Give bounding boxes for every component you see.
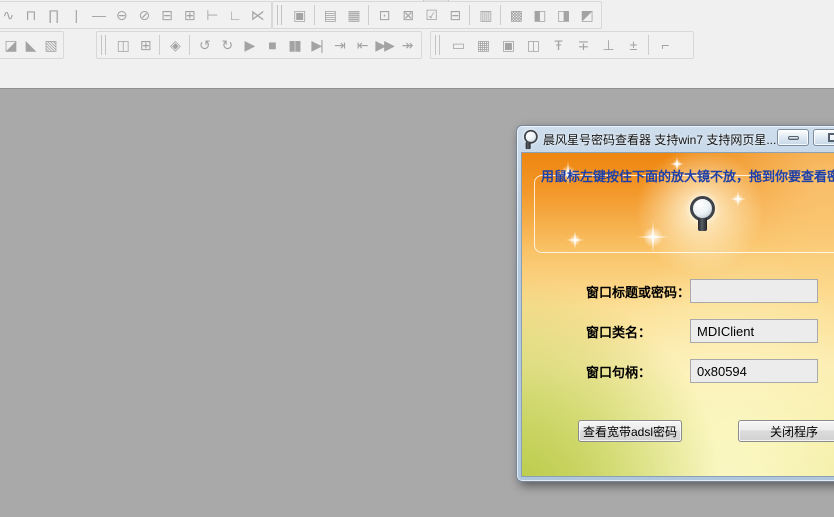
maximize-icon (828, 133, 834, 142)
maximize-button[interactable] (813, 129, 834, 146)
magnifier-groupbox (534, 175, 834, 253)
save-all-icon[interactable]: ⊞ (134, 34, 157, 57)
component-a-icon[interactable]: ⊟ (155, 4, 178, 27)
export-x-icon[interactable]: ⊠ (395, 4, 419, 27)
logic-analyzer-icon[interactable]: ▦ (470, 34, 495, 57)
voltage-probe-icon[interactable]: Ŧ (545, 34, 570, 57)
pause-hand-icon[interactable]: ↺ (193, 34, 216, 57)
power-probe-icon[interactable]: ± (620, 34, 645, 57)
toolbar-separator (159, 35, 160, 55)
window-handle-field[interactable] (690, 359, 818, 383)
ground-probe-icon[interactable]: ⊥ (595, 34, 620, 57)
import-minus-icon[interactable]: ⊟ (442, 4, 466, 27)
export-z-icon[interactable]: ⊡ (372, 4, 396, 27)
pause-icon[interactable]: ▮▮ (283, 34, 306, 57)
wire-route-icon[interactable]: ⌐ (652, 34, 677, 57)
junction-icon[interactable]: ⊢ (200, 4, 223, 27)
batch-process-icon[interactable]: ▧ (40, 34, 60, 57)
import-check-icon[interactable]: ☑ (419, 4, 443, 27)
field-label-class-name: 窗口类名： (586, 322, 651, 341)
toolbar-separator (469, 5, 470, 25)
virtual-terminal-icon[interactable]: ▭ (445, 34, 470, 57)
step-into-icon[interactable]: ⇥ (328, 34, 351, 57)
password-viewer-window[interactable]: 晨风星号密码查看器 支持win7 支持网页星... 用鼠标左键按住下面的放大镜不… (516, 125, 834, 482)
toolbar-panel-analysis: ▣ ▤▦ ⊡⊠☑⊟ ▥ ▩◧◨◩ (272, 1, 602, 29)
toolbar-panel-simulation: ◫⊞ ◈ ↺↻▶■▮▮▶|⇥⇤▶▶↠ (96, 31, 422, 59)
toolbar-separator (648, 35, 649, 55)
oscilloscope-icon[interactable]: ▣ (495, 34, 520, 57)
sim-trace-b-icon[interactable]: ⊓ (19, 4, 42, 27)
toolbar-separator (500, 5, 501, 25)
display-dark-icon[interactable]: ▩ (504, 4, 528, 27)
background-app-toolbar: ∿⊓∏|—⊖⊘⊟⊞⊢∟⋉ ▣▤▦⊡⊠☑⊟▥▩◧◨◩ ◪◣▧ ◫⊞◈↺↻▶■▮▮▶… (0, 0, 834, 89)
step-out-icon[interactable]: ⇤ (350, 34, 373, 57)
corner-wire-icon[interactable]: ∟ (223, 4, 246, 27)
current-probe-icon[interactable]: ∓ (570, 34, 595, 57)
analysis-graph-icon[interactable]: ▣ (287, 4, 311, 27)
import-file-icon[interactable]: ◪ (0, 34, 20, 57)
play-icon[interactable]: ▶ (238, 34, 261, 57)
toolbar-panel-instruments: ▭▦▣◫Ŧ∓⊥± ⌐ (430, 31, 694, 59)
minimize-icon (788, 136, 799, 140)
grid-icon[interactable]: ▦ (341, 4, 365, 27)
component-b-icon[interactable]: ⊞ (177, 4, 200, 27)
window-title: 晨风星号密码查看器 支持win7 支持网页星... (543, 131, 776, 148)
window-client-area: 用鼠标左键按住下面的放大镜不放，拖到你要查看密码的 窗口标题或密码： 窗口类名：… (521, 152, 834, 477)
layers-icon[interactable]: ▤ (318, 4, 342, 27)
shield-doc-icon[interactable]: ◈ (163, 34, 186, 57)
desktop-screen: ∿⊓∏|—⊖⊘⊟⊞⊢∟⋉ ▣▤▦⊡⊠☑⊟▥▩◧◨◩ ◪◣▧ ◫⊞◈↺↻▶■▮▮▶… (0, 0, 834, 517)
node-slash-icon[interactable]: ⊘ (132, 4, 155, 27)
toolbar-separator (368, 5, 369, 25)
toolbar-panel-draw: ∿⊓∏|—⊖⊘⊟⊞⊢∟⋉ (0, 1, 272, 29)
toolbar-grip[interactable] (101, 35, 106, 55)
horizontal-line-icon[interactable]: — (87, 4, 110, 27)
magnifier-handle (698, 218, 707, 231)
save-icon[interactable]: ◫ (111, 34, 134, 57)
view-adsl-password-button[interactable]: 查看宽带adsl密码 (578, 420, 682, 442)
toolbar-grip[interactable] (277, 5, 282, 25)
title-password-field[interactable] (690, 279, 818, 303)
instruction-text: 用鼠标左键按住下面的放大镜不放，拖到你要查看密码的 (541, 166, 834, 185)
field-label-title-password: 窗口标题或密码： (586, 282, 690, 301)
toolbar-grip[interactable] (435, 35, 440, 55)
panel-z-icon[interactable]: ◧ (527, 4, 551, 27)
field-label-handle: 窗口句柄： (586, 362, 651, 381)
toolbar-separator (314, 5, 315, 25)
skip-end-icon[interactable]: ▶| (305, 34, 328, 57)
run-to-end-icon[interactable]: ↠ (395, 34, 418, 57)
cursor-line-icon[interactable]: | (64, 4, 87, 27)
sim-trace-a-icon[interactable]: ∿ (0, 4, 19, 27)
list-bars-icon[interactable]: ▥ (473, 4, 497, 27)
stop-icon[interactable]: ■ (260, 34, 283, 57)
toolbar-panel-file: ◪◣▧ (0, 31, 64, 59)
node-circle-icon[interactable]: ⊖ (109, 4, 132, 27)
minimize-button[interactable] (777, 129, 809, 146)
panel-x-icon[interactable]: ◨ (551, 4, 575, 27)
close-program-button[interactable]: 关闭程序 (738, 420, 834, 442)
signal-generator-icon[interactable]: ◫ (520, 34, 545, 57)
wire-cut-icon[interactable]: ⋉ (245, 4, 268, 27)
panel-check-icon[interactable]: ◩ (574, 4, 598, 27)
app-magnifier-icon (524, 129, 532, 148)
export-file-icon[interactable]: ◣ (20, 34, 40, 57)
resume-hand-icon[interactable]: ↻ (215, 34, 238, 57)
fast-forward-icon[interactable]: ▶▶ (373, 34, 396, 57)
drag-magnifier-icon[interactable] (689, 196, 715, 231)
class-name-field[interactable] (690, 319, 818, 343)
toolbar-separator (189, 35, 190, 55)
sim-trace-c-icon[interactable]: ∏ (41, 4, 64, 27)
